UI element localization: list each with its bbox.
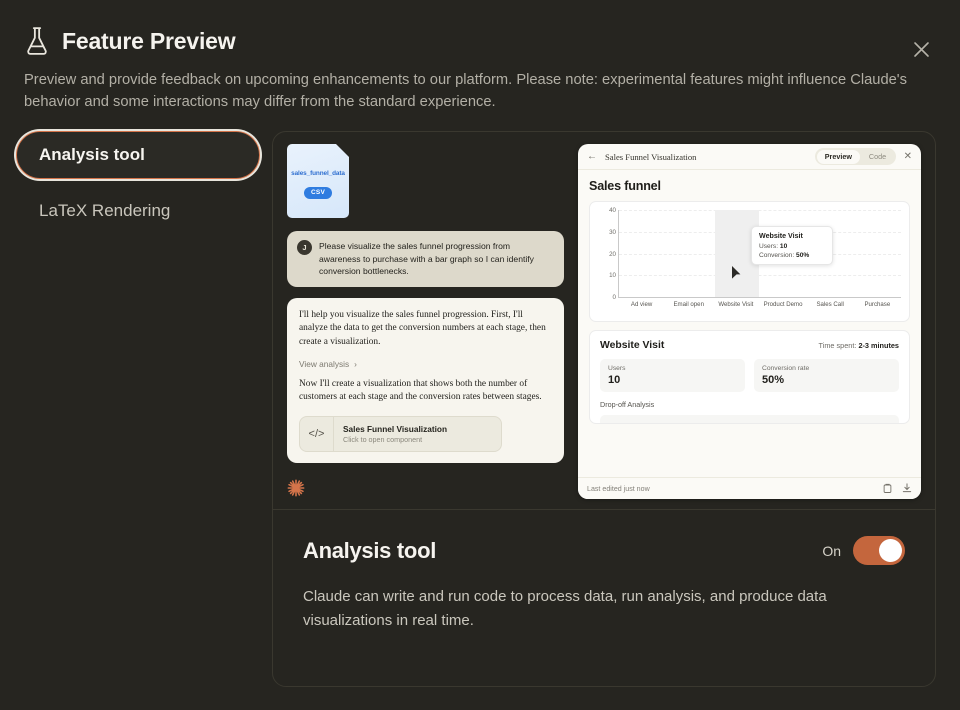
assistant-paragraph-2: Now I'll create a visualization that sho… (299, 378, 542, 403)
modal-header: Feature Preview Preview and provide feed… (0, 0, 960, 113)
sidebar-item-label: Analysis tool (39, 145, 145, 164)
stat-label: Users (608, 365, 626, 372)
feature-title-row: Analysis tool On (303, 536, 905, 565)
feature-detail-panel: sales_funnel_data CSV J Please visualize… (272, 131, 936, 687)
file-name: sales_funnel_data (291, 169, 345, 177)
file-corner-fold (336, 144, 349, 157)
toggle-knob (879, 539, 902, 562)
file-attachment-card[interactable]: sales_funnel_data CSV (287, 144, 349, 218)
time-spent: Time spent: 2-3 minutes (819, 341, 899, 350)
dropoff-analysis-row: 50% Drop Rate Recommendations (600, 415, 899, 423)
claude-sunburst-icon (287, 479, 305, 501)
tab-code[interactable]: Code (861, 150, 894, 164)
feature-description: Claude can write and run code to process… (303, 588, 827, 629)
chart-y-tick: 20 (609, 250, 616, 258)
file-type-badge: CSV (304, 186, 332, 199)
close-icon[interactable]: ✕ (904, 151, 912, 162)
artifact-footer: Last edited just now (578, 477, 921, 499)
artifact-title: Sales Funnel Visualization (605, 151, 697, 162)
sidebar-item-label: LaTeX Rendering (39, 201, 171, 220)
dropoff-analysis-label: Drop-off Analysis (600, 400, 655, 409)
user-message-text: Please visualize the sales funnel progre… (319, 241, 534, 277)
feature-toggle-group: On (822, 536, 905, 565)
sidebar-item-latex-rendering[interactable]: LaTeX Rendering (16, 187, 260, 235)
chart-x-tick: Product Demo (763, 301, 803, 308)
artifact-chip-subtitle: Click to open component (343, 435, 423, 444)
close-icon[interactable] (908, 36, 934, 62)
stat-value: 10 (608, 374, 621, 386)
sidebar: Analysis tool LaTeX Rendering (0, 131, 272, 687)
tooltip-users-value: 10 (779, 242, 788, 250)
stat-value: 50% (762, 374, 785, 386)
chart-x-axis-labels: Ad view Email open Website Visit Product De… (618, 301, 901, 309)
chart-x-tick: Website Visit (718, 301, 754, 308)
chart-y-tick: 10 (609, 272, 616, 280)
artifact-toolbar: ← Sales Funnel Visualization Preview Cod… (578, 144, 921, 170)
header-description: Preview and provide feedback on upcoming… (24, 72, 907, 110)
tooltip-users-row: Users: 10 (759, 243, 825, 250)
modal-body: Analysis tool LaTeX Rendering sales_funn… (0, 131, 960, 687)
time-spent-value: 2-3 minutes (858, 341, 899, 350)
tab-preview[interactable]: Preview (816, 149, 860, 164)
stat-conversion-rate: Conversion rate 50% (754, 359, 899, 392)
flask-icon (24, 26, 50, 56)
chart-x-tick: Email open (673, 301, 704, 308)
stat-users: Users 10 (600, 359, 745, 392)
avatar: J (297, 240, 312, 255)
chart-x-tick: Purchase (864, 301, 891, 308)
header-title-row: Feature Preview (24, 26, 936, 56)
feature-title: Analysis tool (303, 537, 437, 563)
tooltip-users-label: Users: (759, 242, 779, 250)
toggle-state-label: On (822, 542, 841, 559)
chart-x-tick: Ad view (630, 301, 653, 308)
artifact-view-toggle: Preview Code (815, 148, 896, 165)
stage-detail-card: Website Visit Time spent: 2-3 minutes Us… (589, 330, 910, 424)
download-icon[interactable] (902, 482, 912, 495)
assistant-paragraph-1: I'll help you visualize the sales funnel… (299, 309, 546, 347)
time-spent-label: Time spent: (818, 341, 857, 350)
stat-label: Conversion rate (762, 365, 810, 372)
artifact-panel: ← Sales Funnel Visualization Preview Cod… (578, 144, 921, 499)
stat-row: Users 10 Conversion rate 50% (600, 359, 899, 392)
funnel-bar-chart: 0 10 20 30 40 Ad view Email open Website Visit… (589, 201, 910, 322)
page-title: Feature Preview (62, 27, 236, 54)
tooltip-conversion-label: Conversion: (759, 252, 795, 259)
chart-y-tick: 40 (609, 207, 616, 214)
view-analysis-label: View analysis (299, 358, 350, 369)
chart-tooltip: Website Visit Users: 10 Conversion: 50% (751, 226, 833, 265)
sidebar-item-analysis-tool[interactable]: Analysis tool (16, 131, 260, 179)
drop-rate-heading: 50% Drop Rate (609, 422, 750, 423)
assistant-message: I'll help you visualize the sales funnel… (287, 297, 564, 463)
tooltip-conversion-row: Conversion: 50% (759, 252, 825, 259)
last-edited-status: Last edited just now (587, 484, 650, 493)
artifact-chip[interactable]: </> Sales Funnel Visualization Click to … (299, 415, 502, 452)
stage-detail-title: Website Visit (600, 340, 665, 351)
artifact-chip-title: Sales Funnel Visualization (343, 423, 448, 434)
tooltip-conversion-value: 50% (796, 252, 810, 259)
chart-x-tick: Sales Call (816, 301, 844, 308)
chevron-right-icon: › (354, 358, 357, 369)
feature-description-section: Analysis tool On Claude can write and ru… (273, 510, 935, 633)
chart-y-tick: 0 (612, 294, 616, 301)
feature-preview-modal: Feature Preview Preview and provide feed… (0, 0, 960, 710)
artifact-content: Sales funnel 0 10 20 30 40 Ad view Email open… (578, 170, 921, 477)
recommendations-heading: Recommendations (750, 422, 891, 423)
mouse-cursor-icon (732, 266, 741, 284)
chart-y-tick: 30 (609, 228, 616, 236)
preview-area: sales_funnel_data CSV J Please visualize… (273, 132, 935, 510)
view-analysis-link[interactable]: View analysis › (299, 359, 552, 369)
arrow-left-icon[interactable]: ← (587, 151, 597, 162)
stage-detail-header: Website Visit Time spent: 2-3 minutes (600, 340, 899, 351)
copy-icon[interactable] (883, 483, 892, 495)
artifact-heading: Sales funnel (589, 179, 661, 193)
artifact-chip-text: Sales Funnel Visualization Click to open… (334, 424, 456, 445)
user-message: J Please visualize the sales funnel prog… (287, 231, 564, 287)
tooltip-title: Website Visit (759, 232, 803, 240)
conversation-mock: sales_funnel_data CSV J Please visualize… (287, 144, 564, 499)
code-icon: </> (300, 416, 334, 451)
feature-toggle[interactable] (853, 536, 905, 565)
